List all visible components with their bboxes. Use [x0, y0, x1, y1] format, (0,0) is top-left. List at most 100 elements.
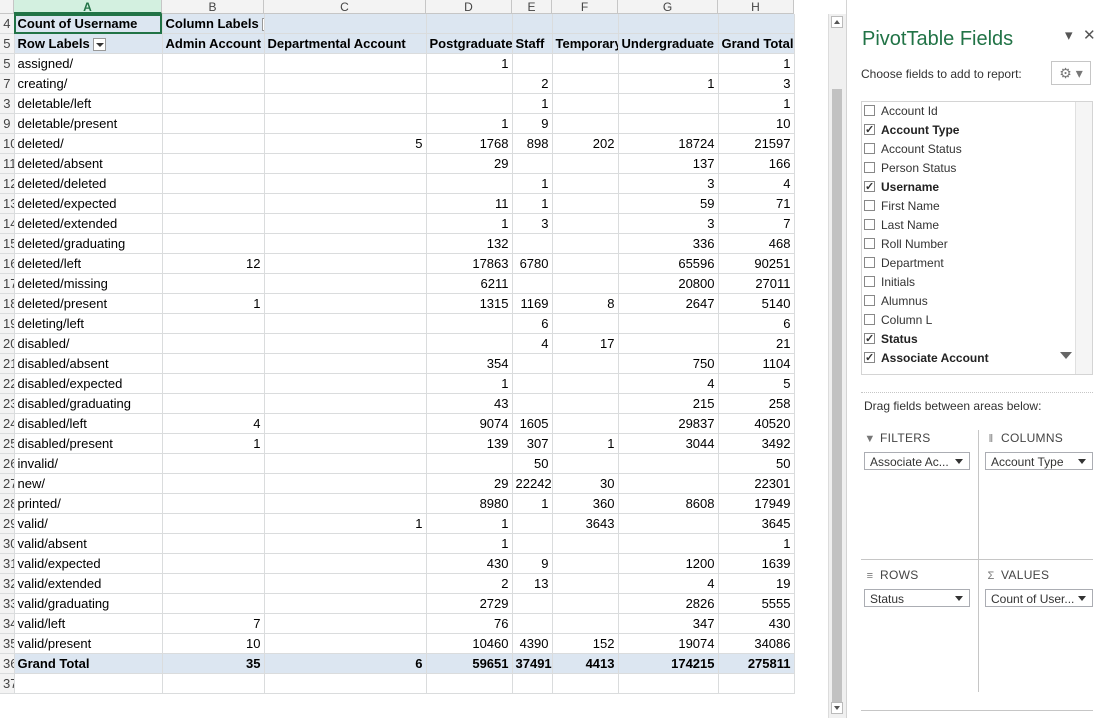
value-cell[interactable] [264, 293, 427, 314]
checkbox[interactable] [864, 330, 875, 349]
value-cell[interactable]: 7 [718, 213, 795, 234]
row-label-cell[interactable]: deleting/left [14, 313, 163, 334]
value-cell[interactable]: 35 [162, 653, 265, 674]
value-cell[interactable]: 1 [426, 533, 513, 554]
value-cell[interactable]: 1 [264, 513, 427, 534]
value-cell[interactable]: 166 [718, 153, 795, 174]
value-cell[interactable]: 76 [426, 613, 513, 634]
value-cell[interactable]: 1 [426, 513, 513, 534]
value-cell[interactable]: 1 [512, 493, 553, 514]
field-item[interactable]: Initials [862, 273, 1092, 292]
value-cell[interactable]: 17949 [718, 493, 795, 514]
value-cell[interactable] [162, 473, 265, 494]
row-label-cell[interactable]: disabled/present [14, 433, 163, 454]
value-cell[interactable] [264, 453, 427, 474]
value-cell[interactable] [264, 233, 427, 254]
value-cell[interactable] [552, 313, 619, 334]
value-cell[interactable]: 336 [618, 233, 719, 254]
field-item[interactable]: Account Type [862, 121, 1092, 140]
value-cell[interactable]: 4 [512, 333, 553, 354]
row-number[interactable]: 28 [0, 493, 15, 514]
row-number[interactable]: 24 [0, 413, 15, 434]
value-cell[interactable]: 174215 [618, 653, 719, 674]
column-header-f[interactable]: F [552, 0, 618, 14]
value-cell[interactable] [162, 273, 265, 294]
value-cell[interactable]: 6780 [512, 253, 553, 274]
value-cell[interactable] [552, 593, 619, 614]
value-cell[interactable] [426, 453, 513, 474]
value-cell[interactable]: 275811 [718, 653, 795, 674]
value-cell[interactable] [426, 73, 513, 94]
value-cell[interactable] [162, 453, 265, 474]
value-cell[interactable] [552, 253, 619, 274]
value-cell[interactable]: 59651 [426, 653, 513, 674]
value-cell[interactable] [512, 14, 553, 34]
value-cell[interactable]: 898 [512, 133, 553, 154]
value-cell[interactable]: 4 [162, 413, 265, 434]
value-cell[interactable]: 1 [718, 533, 795, 554]
row-field-pill[interactable]: Status [864, 589, 970, 607]
value-cell[interactable]: 22242 [512, 473, 553, 494]
column-field-pill[interactable]: Account Type [985, 452, 1093, 470]
value-cell[interactable] [264, 533, 427, 554]
value-cell[interactable]: 37491 [512, 653, 553, 674]
value-cell[interactable]: 1 [162, 433, 265, 454]
row-label-cell[interactable]: invalid/ [14, 453, 163, 474]
value-cell[interactable]: 1 [552, 433, 619, 454]
value-cell[interactable]: 5 [718, 373, 795, 394]
close-icon[interactable]: ✕ [1083, 26, 1096, 44]
value-cell[interactable]: Postgraduate [426, 33, 513, 54]
value-cell[interactable] [162, 533, 265, 554]
value-cell[interactable] [552, 613, 619, 634]
row-number[interactable]: 29 [0, 513, 15, 534]
checkbox[interactable] [864, 162, 875, 174]
value-cell[interactable]: 10460 [426, 633, 513, 654]
value-cell[interactable]: 202 [552, 133, 619, 154]
field-item[interactable]: Account Status [862, 140, 1092, 159]
value-cell[interactable]: 1 [618, 73, 719, 94]
row-label-cell[interactable]: disabled/left [14, 413, 163, 434]
value-cell[interactable]: 27011 [718, 273, 795, 294]
column-header-h[interactable]: H [718, 0, 794, 14]
value-cell[interactable]: 12 [162, 253, 265, 274]
value-cell[interactable] [264, 153, 427, 174]
value-cell[interactable]: 430 [426, 553, 513, 574]
value-cell[interactable]: 9 [512, 553, 553, 574]
value-cell[interactable]: 29 [426, 153, 513, 174]
value-cell[interactable] [264, 413, 427, 434]
value-cell[interactable] [552, 353, 619, 374]
value-cell[interactable] [162, 493, 265, 514]
row-label-cell[interactable]: valid/ [14, 513, 163, 534]
value-cell[interactable]: 468 [718, 233, 795, 254]
value-cell[interactable] [552, 373, 619, 394]
value-cell[interactable] [552, 213, 619, 234]
checkbox[interactable] [864, 121, 875, 140]
field-item[interactable]: Account Id [862, 102, 1092, 121]
row-number[interactable]: 5 [0, 53, 15, 74]
value-cell[interactable] [552, 573, 619, 594]
value-cell[interactable]: 4 [718, 173, 795, 194]
value-cell[interactable]: 29837 [618, 413, 719, 434]
value-cell[interactable]: 13 [512, 573, 553, 594]
value-cell[interactable] [718, 14, 795, 34]
value-cell[interactable]: Column Labels [162, 14, 265, 34]
row-label-cell[interactable]: valid/absent [14, 533, 163, 554]
value-cell[interactable]: 1 [162, 293, 265, 314]
value-cell[interactable] [426, 14, 513, 34]
value-cell[interactable] [426, 313, 513, 334]
row-label-cell[interactable]: assigned/ [14, 53, 163, 74]
value-cell[interactable]: 6 [264, 653, 427, 674]
row-number[interactable]: 34 [0, 613, 15, 634]
value-cell[interactable]: 9 [512, 113, 553, 134]
value-cell[interactable]: 19074 [618, 633, 719, 654]
row-label-cell[interactable]: disabled/ [14, 333, 163, 354]
value-cell[interactable] [264, 593, 427, 614]
row-label-cell[interactable]: deleted/present [14, 293, 163, 314]
value-cell[interactable] [552, 453, 619, 474]
value-cell[interactable] [512, 533, 553, 554]
value-cell[interactable]: 2 [426, 573, 513, 594]
value-cell[interactable] [512, 373, 553, 394]
row-number[interactable]: 7 [0, 73, 15, 94]
row-label-cell[interactable]: Grand Total [14, 653, 163, 674]
value-cell[interactable] [552, 53, 619, 74]
